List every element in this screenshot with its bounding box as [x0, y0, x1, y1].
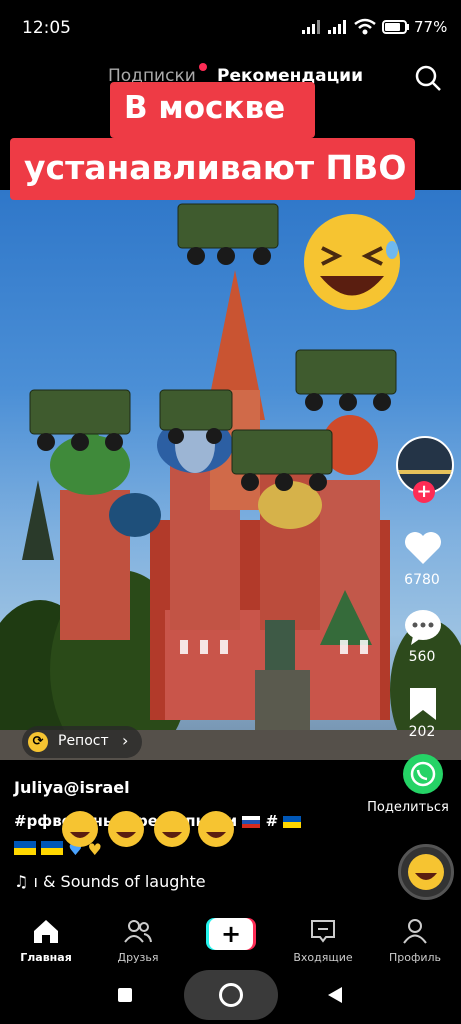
nav-profile[interactable]: Профиль — [375, 918, 455, 964]
video-frame[interactable] — [0, 190, 461, 760]
sound-disc[interactable] — [398, 844, 454, 900]
clock: 12:05 — [22, 18, 71, 38]
comments-count: 560 — [408, 649, 436, 665]
russia-flag-icon — [242, 815, 261, 828]
nav-inbox[interactable]: Входящие — [283, 918, 363, 964]
music-note-icon: ♫ — [14, 872, 29, 891]
bookmarks-count: 202 — [408, 724, 436, 740]
home-circle-icon — [219, 983, 243, 1007]
home-icon — [34, 920, 58, 943]
nav-inbox-label: Входящие — [293, 951, 353, 964]
search-icon[interactable] — [414, 64, 442, 92]
friends-icon — [124, 920, 152, 943]
repost-label: Репост — [58, 733, 109, 749]
sound-title: ı & Sounds of laughte — [33, 872, 206, 891]
nav-friends-label: Друзья — [117, 951, 159, 964]
caption-line-2: устанавливают ПВО — [10, 138, 415, 200]
sound-row[interactable]: ♫ ı & Sounds of laughte — [14, 872, 206, 891]
ukraine-flag-icon — [283, 815, 302, 828]
battery-icon — [382, 20, 409, 34]
likes-count: 6780 — [404, 572, 440, 588]
plus-icon: + — [209, 918, 253, 950]
video-image — [0, 203, 461, 760]
status-bar: 12:05 77% — [0, 0, 461, 56]
home-button[interactable] — [184, 970, 278, 1020]
whatsapp-share-icon[interactable] — [402, 753, 444, 795]
caption-line-1: В москве — [110, 82, 315, 138]
heart-icon[interactable] — [403, 530, 443, 566]
sound-disc-emoji — [408, 854, 444, 890]
repost-button[interactable]: ⟳ Репост › — [22, 726, 142, 758]
hashtag-symbol: # — [265, 812, 279, 830]
create-button[interactable]: + — [206, 918, 256, 950]
nav-profile-label: Профиль — [388, 951, 442, 964]
bookmark-icon[interactable] — [408, 686, 438, 722]
nav-friends[interactable]: Друзья — [98, 918, 178, 964]
back-button[interactable] — [326, 985, 344, 1005]
signal-icon — [328, 20, 346, 34]
battery-percent: 77% — [414, 18, 448, 36]
inbox-icon — [311, 920, 335, 943]
signal-icon — [302, 20, 320, 34]
share-label[interactable]: Поделиться — [360, 800, 456, 815]
wifi-icon — [354, 18, 376, 35]
ukraine-flag-icon — [14, 841, 36, 855]
laughing-emoji-row — [62, 811, 234, 847]
comment-icon[interactable] — [403, 608, 443, 646]
profile-icon — [403, 919, 427, 944]
author-name[interactable]: Juliya@israel — [14, 778, 130, 797]
chevron-right-icon: › — [122, 731, 129, 750]
nav-home[interactable]: Главная — [6, 918, 86, 964]
repost-icon: ⟳ — [28, 732, 48, 752]
nav-home-label: Главная — [20, 951, 72, 964]
notification-dot — [199, 63, 207, 71]
follow-plus-button[interactable]: + — [413, 481, 435, 503]
recents-button[interactable] — [118, 988, 132, 1002]
